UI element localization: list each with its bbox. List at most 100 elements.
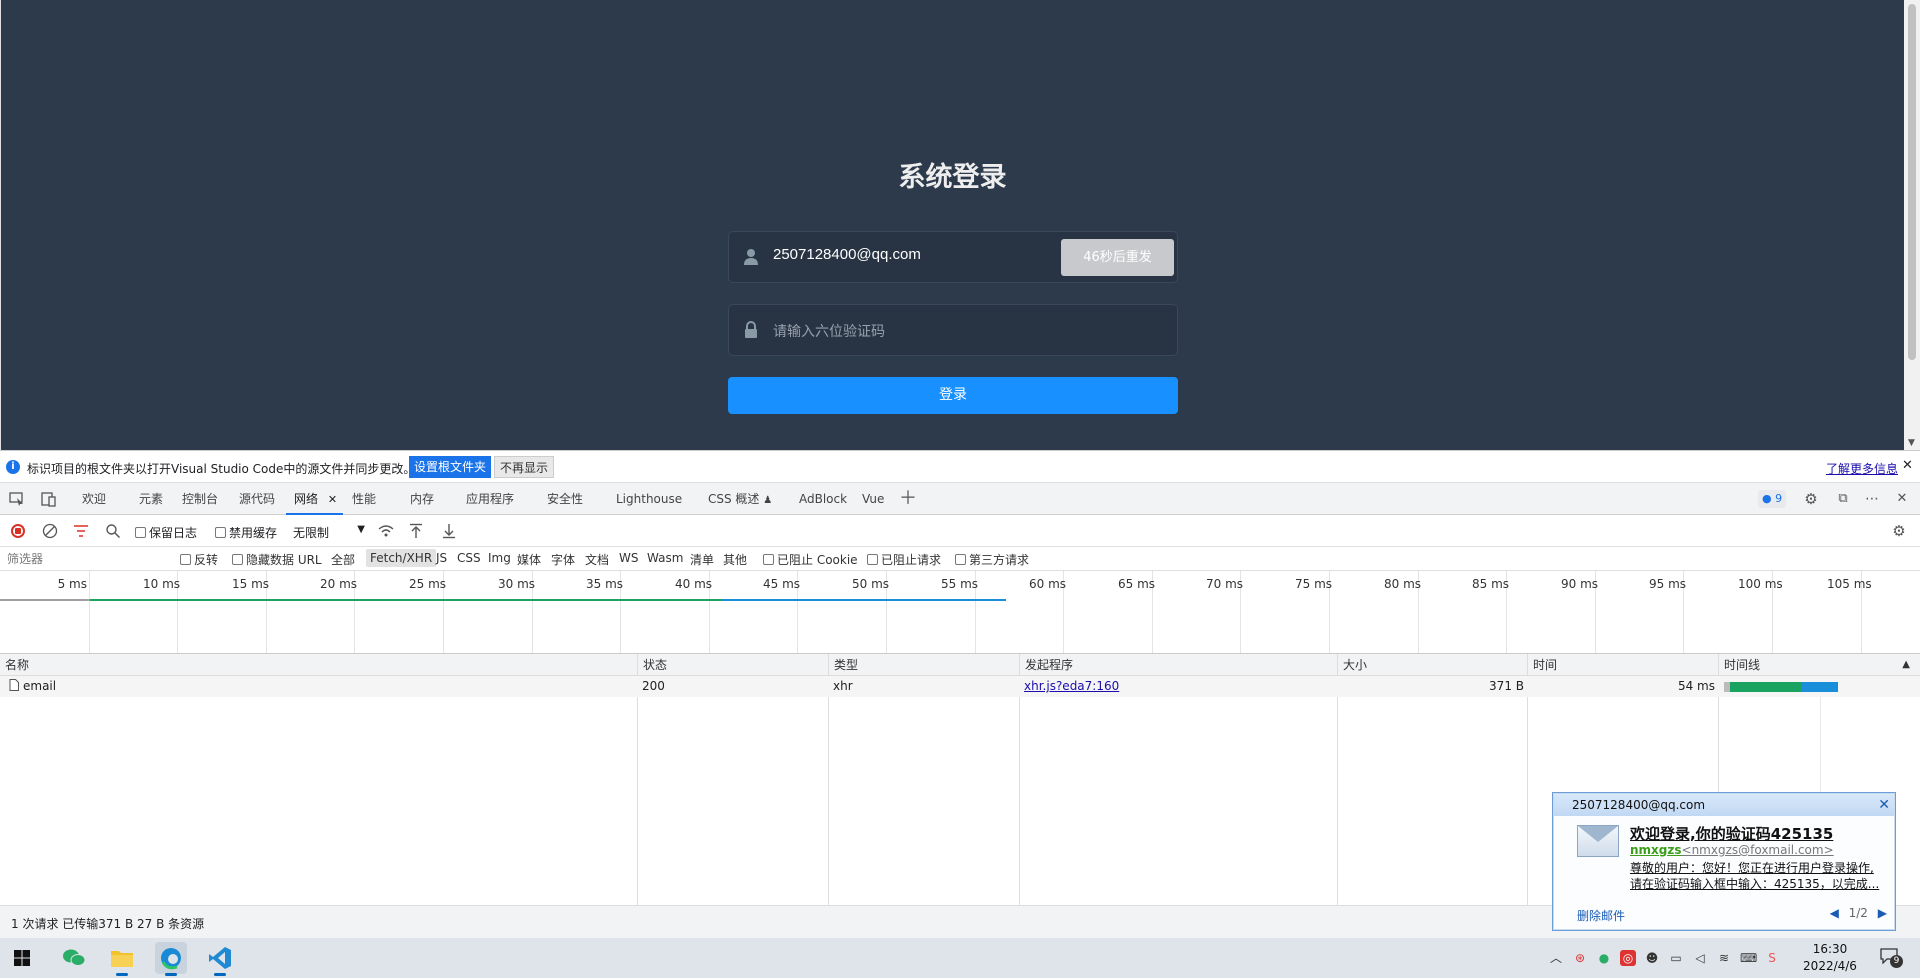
prev-mail-icon[interactable]: ◀ (1830, 906, 1839, 920)
close-notification-icon[interactable]: ✕ (1878, 797, 1890, 813)
network-overview[interactable]: 5 ms 10 ms 15 ms 20 ms 25 ms 30 ms 35 ms 40 ms 4… (0, 571, 1920, 654)
tab-memory[interactable]: 内存 (410, 483, 434, 515)
checkbox-box[interactable] (215, 527, 226, 538)
tab-lighthouse[interactable]: Lighthouse (616, 483, 682, 515)
filter-type-media[interactable]: 媒体 (517, 551, 541, 568)
issues-badge[interactable]: ● 9 (1758, 490, 1787, 508)
import-har-icon[interactable] (409, 523, 423, 539)
record-icon[interactable] (11, 524, 25, 538)
learn-more-link[interactable]: 了解更多信息 (1826, 460, 1898, 477)
column-type[interactable]: 类型 (828, 654, 1019, 676)
filter-type-fetch-xhr[interactable]: Fetch/XHR (366, 549, 437, 567)
connected-devices-icon[interactable]: ⧉ (1835, 491, 1851, 507)
clear-icon[interactable] (42, 523, 58, 539)
system-clock[interactable]: 16:30 2022/4/6 (1800, 941, 1860, 975)
blocked-requests-checkbox[interactable]: 已阻止请求 (867, 551, 941, 568)
mail-notification[interactable]: 2507128400@qq.com ✕ 欢迎登录,你的验证码425135 nmx… (1552, 792, 1896, 931)
filter-type-css[interactable]: CSS (457, 551, 481, 565)
file-explorer-app-icon[interactable] (106, 942, 138, 976)
wechat-tray-icon[interactable]: ● (1596, 950, 1612, 966)
page-scrollbar[interactable]: ▼ (1904, 0, 1920, 450)
add-tab-icon[interactable]: ＋ (899, 490, 917, 508)
export-har-icon[interactable] (442, 523, 456, 539)
request-name-cell[interactable]: email (4, 676, 56, 697)
chevron-up-icon[interactable]: ︿ (1548, 950, 1564, 966)
tab-adblock[interactable]: AdBlock (799, 483, 847, 515)
usb-tray-icon[interactable]: ▭ (1668, 950, 1684, 966)
antivirus-tray-icon[interactable]: ⊛ (1572, 950, 1588, 966)
tab-sources[interactable]: 源代码 (239, 483, 275, 515)
email-field[interactable]: 2507128400@qq.com 46秒后重发 (728, 231, 1178, 283)
filter-type-ws[interactable]: WS (619, 551, 638, 565)
preserve-log-checkbox[interactable]: 保留日志 (135, 524, 197, 541)
next-mail-icon[interactable]: ▶ (1878, 906, 1887, 920)
close-devtools-icon[interactable]: ✕ (1894, 491, 1910, 507)
tab-console[interactable]: 控制台 (182, 483, 218, 515)
column-status[interactable]: 状态 (637, 654, 828, 676)
filter-type-other[interactable]: 其他 (723, 551, 747, 568)
filter-type-manifest[interactable]: 清单 (690, 551, 714, 568)
close-tab-icon[interactable]: ✕ (328, 493, 337, 506)
throttle-select[interactable]: 无限制 ▼ (293, 524, 365, 541)
close-icon[interactable]: ✕ (1902, 458, 1913, 473)
wifi-icon[interactable]: ≋ (1716, 950, 1732, 966)
filter-type-js[interactable]: JS (436, 551, 447, 565)
table-row[interactable]: email 200 xhr xhr.js?eda7:160 371 B 54 m… (0, 676, 1920, 697)
column-name[interactable]: 名称 (0, 654, 637, 676)
filter-type-all[interactable]: 全部 (331, 551, 355, 568)
checkbox-box[interactable] (180, 554, 191, 565)
checkbox-box[interactable] (867, 554, 878, 565)
delete-mail-link[interactable]: 删除邮件 (1577, 907, 1625, 924)
column-waterfall[interactable]: 时间线 ▲ (1718, 654, 1920, 676)
third-party-checkbox[interactable]: 第三方请求 (955, 551, 1029, 568)
vscode-app-icon[interactable] (204, 942, 236, 976)
checkbox-box[interactable] (955, 554, 966, 565)
wechat-app-icon[interactable] (58, 942, 90, 974)
inspect-icon[interactable] (9, 491, 25, 507)
login-button[interactable]: 登录 (728, 377, 1178, 414)
scroll-down-icon[interactable]: ▼ (1908, 438, 1915, 448)
request-waterfall-bar[interactable] (1724, 682, 1838, 692)
netease-tray-icon[interactable]: ◎ (1620, 950, 1636, 966)
more-options-icon[interactable]: ⋯ (1864, 491, 1880, 507)
request-initiator-link[interactable]: xhr.js?eda7:160 (1019, 676, 1119, 697)
notification-center-icon[interactable]: 9 (1880, 948, 1903, 968)
tab-vue[interactable]: Vue (862, 483, 884, 515)
network-settings-icon[interactable]: ⚙ (1891, 523, 1907, 539)
device-emulation-icon[interactable] (41, 491, 57, 507)
filter-input[interactable]: 筛选器 (2, 550, 166, 568)
tab-network[interactable]: 网络 ✕ (286, 483, 343, 515)
filter-type-font[interactable]: 字体 (551, 551, 575, 568)
scrollbar-thumb[interactable] (1908, 4, 1916, 360)
tab-security[interactable]: 安全性 (547, 483, 583, 515)
tab-welcome[interactable]: 欢迎 (82, 483, 106, 515)
search-icon[interactable] (105, 523, 121, 539)
dont-show-again-button[interactable]: 不再显示 (494, 456, 555, 478)
mail-preview[interactable]: 尊敬的用户：您好！您正在进行用户登录操作, 请在验证码输入框中输入：425135… (1630, 860, 1885, 892)
column-time[interactable]: 时间 (1527, 654, 1718, 676)
filter-icon[interactable] (73, 524, 89, 538)
set-root-folder-button[interactable]: 设置根文件夹 (409, 456, 492, 478)
filter-type-doc[interactable]: 文档 (585, 551, 609, 568)
windows-start-icon[interactable] (14, 950, 30, 966)
filter-type-wasm[interactable]: Wasm (647, 551, 683, 565)
speaker-icon[interactable]: ◁ (1692, 950, 1708, 966)
resend-button[interactable]: 46秒后重发 (1061, 239, 1174, 276)
tab-css-overview[interactable]: CSS 概述 ♟ (708, 483, 772, 515)
filter-type-img[interactable]: Img (488, 551, 511, 565)
checkbox-box[interactable] (763, 554, 774, 565)
gear-icon[interactable]: ⚙ (1803, 491, 1819, 507)
code-field[interactable]: 请输入六位验证码 (728, 304, 1178, 356)
edge-app-icon[interactable] (155, 942, 187, 976)
disable-cache-checkbox[interactable]: 禁用缓存 (215, 524, 277, 541)
qq-tray-icon[interactable]: ☻ (1644, 950, 1660, 966)
tab-application[interactable]: 应用程序 (466, 483, 514, 515)
input-method-icon[interactable]: ⌨ (1740, 950, 1757, 966)
column-size[interactable]: 大小 (1337, 654, 1527, 676)
hide-data-url-checkbox[interactable]: 隐藏数据 URL (232, 551, 322, 568)
checkbox-box[interactable] (135, 527, 146, 538)
network-conditions-icon[interactable] (377, 523, 395, 539)
mail-subject[interactable]: 欢迎登录,你的验证码425135 (1630, 823, 1833, 844)
column-initiator[interactable]: 发起程序 (1019, 654, 1337, 676)
tab-elements[interactable]: 元素 (139, 483, 163, 515)
